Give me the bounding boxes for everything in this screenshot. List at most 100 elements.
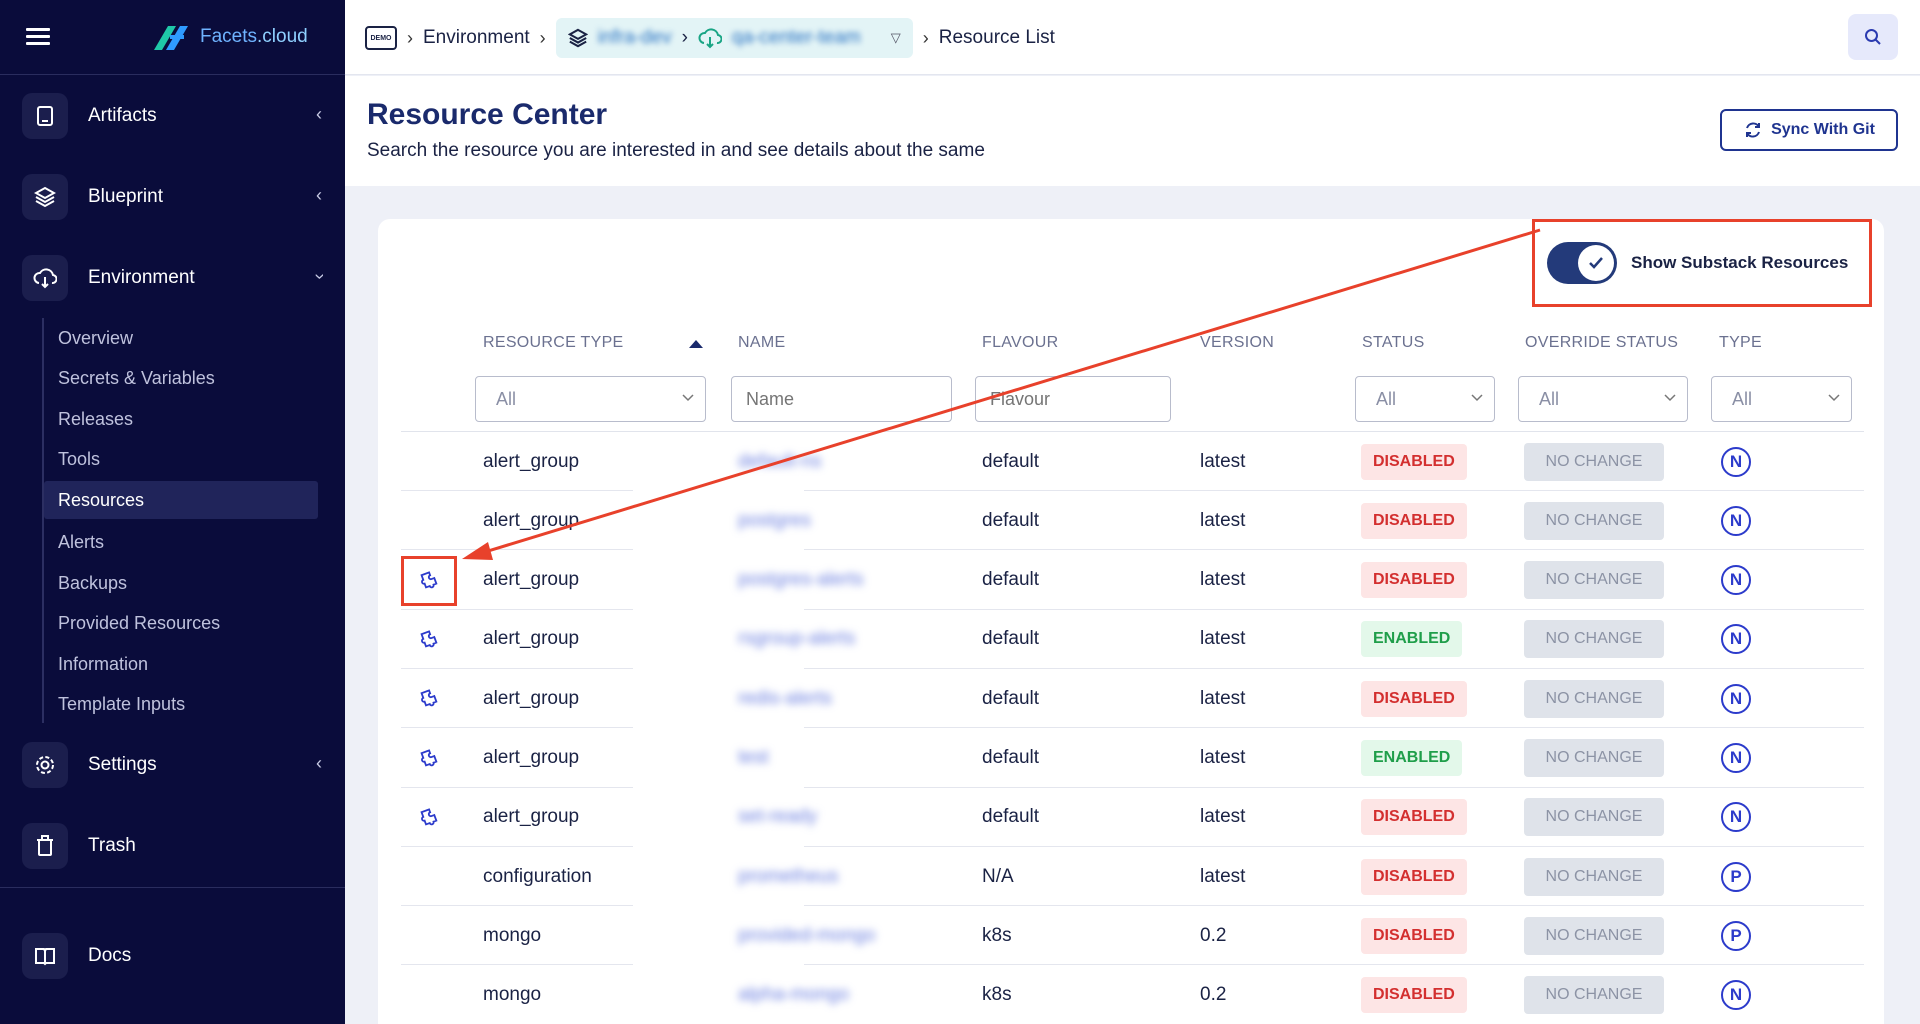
header-override-status: OVERRIDE STATUS: [1525, 334, 1679, 351]
cell-name[interactable]: prometheus: [738, 847, 838, 906]
sidebar-subitem-provided-resources[interactable]: Provided Resources: [44, 604, 318, 642]
status-badge: DISABLED: [1361, 562, 1467, 599]
table-row[interactable]: mongo alpha-mongo k8s 0.2 DISABLED NO CH…: [401, 966, 1864, 1024]
sidebar-item-label: Environment: [88, 267, 195, 288]
show-substack-toggle[interactable]: [1547, 242, 1617, 284]
status-filter[interactable]: All: [1355, 376, 1495, 422]
cell-name[interactable]: test: [738, 729, 769, 788]
status-badge: DISABLED: [1361, 799, 1467, 836]
type-badge: N: [1721, 624, 1751, 655]
sidebar-subitem-overview[interactable]: Overview: [44, 319, 318, 357]
cell-name[interactable]: alpha-mongo: [738, 966, 849, 1024]
cell-flavour: default: [982, 687, 1040, 709]
sidebar-item-settings[interactable]: Settings ‹: [22, 739, 322, 791]
flavour-filter-input[interactable]: [975, 376, 1171, 422]
override-status-button[interactable]: NO CHANGE: [1524, 739, 1664, 777]
sidebar-item-trash[interactable]: Trash: [22, 820, 322, 872]
search-button[interactable]: [1848, 14, 1898, 60]
cloud-download-icon: [22, 255, 68, 301]
override-status-button[interactable]: NO CHANGE: [1524, 857, 1664, 896]
cell-name[interactable]: provided-mongo: [738, 906, 875, 965]
type-filter[interactable]: All: [1711, 376, 1852, 422]
header-resource-type[interactable]: RESOURCE TYPE: [483, 334, 624, 352]
cell-version: latest: [1200, 569, 1246, 591]
sidebar-subitem-backups[interactable]: Backups: [44, 564, 318, 602]
breadcrumb-environment[interactable]: Environment: [423, 27, 530, 49]
override-status-button[interactable]: NO CHANGE: [1524, 798, 1664, 837]
chevron-left-icon: ‹: [316, 185, 322, 205]
override-status-button[interactable]: NO CHANGE: [1524, 620, 1664, 659]
sidebar-item-label: Docs: [88, 945, 132, 966]
substack-icon[interactable]: [401, 555, 457, 606]
sidebar-subitem-secrets[interactable]: Secrets & Variables: [44, 359, 318, 397]
layers-icon: [22, 174, 68, 220]
cell-name[interactable]: redis-alerts: [738, 669, 832, 728]
table-row[interactable]: mongo provided-mongo k8s 0.2 DISABLED NO…: [401, 906, 1864, 966]
sidebar-item-docs[interactable]: Docs: [22, 930, 322, 982]
environment-name: qa-center-team: [731, 27, 861, 48]
cell-name[interactable]: set-ready: [738, 788, 817, 847]
override-status-button[interactable]: NO CHANGE: [1524, 561, 1664, 600]
stack-name: infra-dev: [597, 27, 672, 48]
chevron-left-icon: ‹: [316, 104, 322, 124]
sidebar-item-artifacts[interactable]: Artifacts ‹: [22, 90, 322, 142]
name-filter-input[interactable]: [731, 376, 952, 422]
cell-flavour: N/A: [982, 865, 1014, 887]
override-status-button[interactable]: NO CHANGE: [1524, 679, 1664, 718]
status-badge: ENABLED: [1361, 740, 1463, 776]
table-row[interactable]: alert_group postgres default latest DISA…: [401, 491, 1864, 551]
override-status-button[interactable]: NO CHANGE: [1524, 442, 1664, 481]
table-row[interactable]: alert_group postgres-alerts default late…: [401, 551, 1864, 610]
substack-icon[interactable]: [401, 674, 457, 724]
cell-version: latest: [1200, 509, 1246, 531]
sidebar-item-label: Artifacts: [88, 105, 157, 126]
table-row[interactable]: configuration prometheus N/A latest DISA…: [401, 847, 1864, 907]
cell-flavour: k8s: [982, 984, 1012, 1006]
table-row[interactable]: alert_group test default latest ENABLED …: [401, 729, 1864, 788]
cell-resource-type: mongo: [483, 924, 542, 946]
cell-name[interactable]: default-ns: [738, 432, 821, 491]
sidebar-subitem-template-inputs[interactable]: Template Inputs: [44, 685, 318, 723]
resource-type-filter[interactable]: All: [475, 376, 706, 422]
cell-name[interactable]: postgres-alerts: [738, 551, 864, 610]
sidebar-subitem-tools[interactable]: Tools: [44, 440, 318, 478]
substack-icon[interactable]: [401, 615, 457, 665]
page-subtitle: Search the resource you are interested i…: [367, 140, 985, 161]
breadcrumb: DEMO › Environment › infra-dev › qa-cent…: [365, 18, 1055, 58]
sidebar-subitem-resources[interactable]: Resources: [44, 481, 318, 519]
refresh-icon: [1746, 122, 1761, 138]
logo[interactable]: Facets.cloud: [150, 22, 308, 52]
cell-resource-type: alert_group: [483, 747, 580, 768]
cell-name[interactable]: postgres: [738, 491, 811, 550]
environment-selector[interactable]: infra-dev › qa-center-team ▽: [555, 18, 913, 58]
substack-icon[interactable]: [401, 734, 457, 784]
sort-asc-icon[interactable]: [688, 339, 704, 349]
cell-name[interactable]: rsgroup-alerts: [738, 610, 855, 669]
status-badge: DISABLED: [1361, 917, 1467, 954]
override-status-button[interactable]: NO CHANGE: [1524, 916, 1664, 955]
menu-icon[interactable]: [26, 28, 50, 46]
table-row[interactable]: alert_group rsgroup-alerts default lates…: [401, 610, 1864, 669]
page-header: Resource Center Search the resource you …: [345, 76, 1920, 186]
override-status-button[interactable]: NO CHANGE: [1524, 501, 1664, 540]
sidebar-item-label: Blueprint: [88, 186, 163, 207]
sync-with-git-button[interactable]: Sync With Git: [1720, 109, 1898, 151]
chevron-left-icon: ‹: [316, 753, 322, 773]
cell-resource-type: mongo: [483, 984, 542, 1006]
table-row[interactable]: alert_group set-ready default latest DIS…: [401, 788, 1864, 847]
table-row[interactable]: alert_group default-ns default latest DI…: [401, 432, 1864, 491]
sidebar-item-environment[interactable]: Environment ‹: [22, 252, 329, 304]
table-row[interactable]: alert_group redis-alerts default latest …: [401, 669, 1864, 729]
tablet-icon: [22, 93, 68, 139]
filter-value: All: [1539, 388, 1560, 409]
substack-icon[interactable]: [401, 793, 457, 843]
sidebar-divider: [0, 887, 345, 888]
override-status-button[interactable]: NO CHANGE: [1524, 976, 1664, 1015]
override-status-filter[interactable]: All: [1518, 376, 1688, 422]
sidebar-subitem-information[interactable]: Information: [44, 645, 318, 683]
sidebar-item-blueprint[interactable]: Blueprint ‹: [22, 171, 322, 223]
breadcrumb-current: Resource List: [938, 27, 1055, 48]
sidebar-subitem-alerts[interactable]: Alerts: [44, 523, 318, 561]
cell-version: latest: [1200, 687, 1246, 709]
sidebar-subitem-releases[interactable]: Releases: [44, 400, 318, 438]
